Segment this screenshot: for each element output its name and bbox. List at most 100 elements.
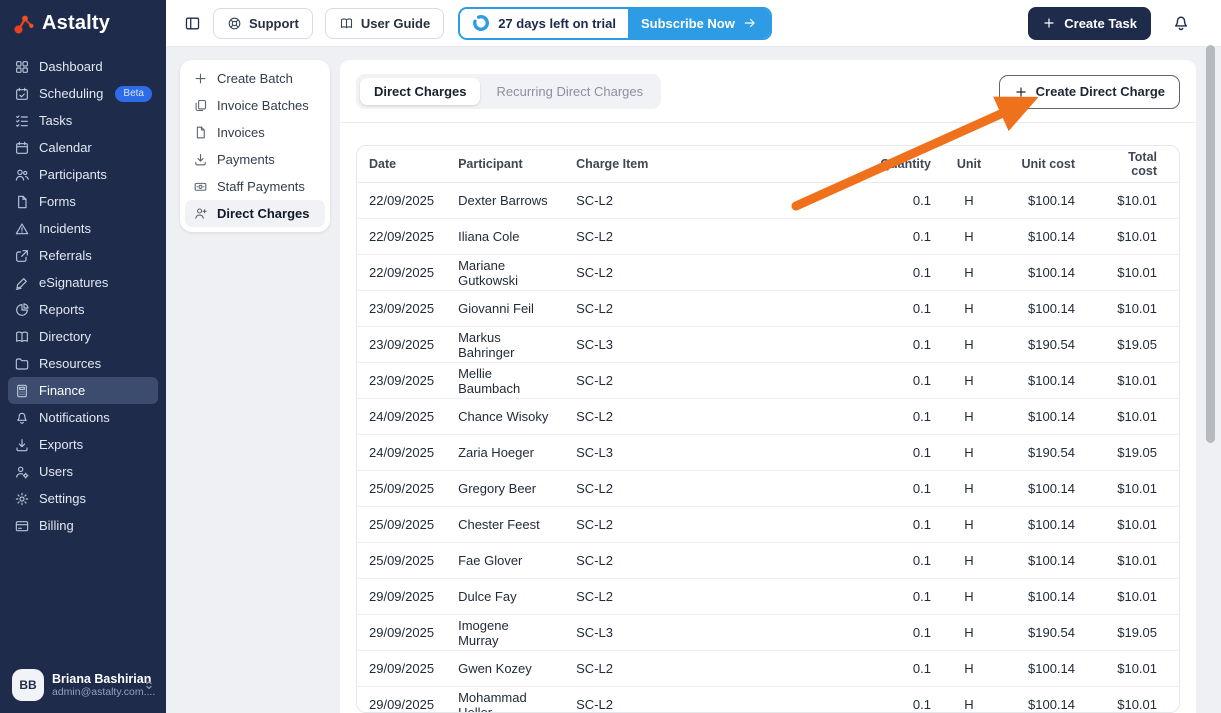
table-row[interactable]: 24/09/2025 Zaria Hoeger SC-L3 0.1 H $190… <box>357 434 1179 472</box>
cell-participant: Mellie Baumbach <box>446 362 565 400</box>
sidebar-item-settings[interactable]: Settings <box>8 485 158 512</box>
main-column: Support User Guide 27 days left on trial… <box>166 0 1221 713</box>
sidebar-item-incidents[interactable]: Incidents <box>8 215 158 242</box>
sidebar-item-users[interactable]: Users <box>8 458 158 485</box>
table-row[interactable]: 23/09/2025 Mellie Baumbach SC-L2 0.1 H $… <box>357 362 1179 400</box>
cell-date: 22/09/2025 <box>357 182 447 220</box>
subnav-item-invoices[interactable]: Invoices <box>185 119 325 146</box>
arrow-right-icon <box>743 16 757 30</box>
tasks-icon <box>14 113 30 129</box>
bell-icon <box>1171 13 1191 33</box>
cell-unit: H <box>943 614 995 652</box>
table-row[interactable]: 29/09/2025 Gwen Kozey SC-L2 0.1 H $100.1… <box>357 650 1179 688</box>
sidebar-item-billing[interactable]: Billing <box>8 512 158 539</box>
cell-participant: Chester Feest <box>446 506 565 544</box>
col-header-unit-cost: Unit cost <box>995 145 1087 184</box>
sidebar-item-forms[interactable]: Forms <box>8 188 158 215</box>
col-header-charge-item: Charge Item <box>564 145 863 184</box>
table-row[interactable]: 29/09/2025 Imogene Murray SC-L3 0.1 H $1… <box>357 614 1179 652</box>
table-row[interactable]: 29/09/2025 Mohammad Heller SC-L2 0.1 H $… <box>357 686 1179 712</box>
subnav-item-label: Payments <box>217 152 275 167</box>
cell-charge-item: SC-L2 <box>564 542 863 580</box>
cell-unit: H <box>943 218 995 256</box>
create-direct-charge-button[interactable]: Create Direct Charge <box>998 74 1180 109</box>
sidebar-item-participants[interactable]: Participants <box>8 161 158 188</box>
plus-icon <box>1014 85 1028 99</box>
plus-icon <box>193 71 208 86</box>
support-button[interactable]: Support <box>213 7 313 39</box>
referrals-icon <box>14 248 30 264</box>
tab-recurring-direct-charges[interactable]: Recurring Direct Charges <box>482 78 657 105</box>
cell-date: 25/09/2025 <box>357 470 447 508</box>
subnav-item-direct-charges[interactable]: Direct Charges <box>185 200 325 227</box>
brand-logo: Astalty <box>0 0 166 47</box>
cell-unit-cost: $190.54 <box>995 614 1087 652</box>
table-row[interactable]: 24/09/2025 Chance Wisoky SC-L2 0.1 H $10… <box>357 398 1179 436</box>
subnav-item-payments[interactable]: Payments <box>185 146 325 173</box>
cell-date: 22/09/2025 <box>357 254 447 292</box>
cell-participant: Iliana Cole <box>446 218 565 256</box>
sidebar-toggle-icon[interactable] <box>184 15 201 32</box>
create-task-label: Create Task <box>1064 15 1137 31</box>
panel-divider <box>340 122 1196 123</box>
sidebar: Astalty Dashboard Scheduling Beta Tasks … <box>0 0 166 713</box>
sidebar-item-label: Exports <box>39 437 84 452</box>
sidebar-item-reports[interactable]: Reports <box>8 296 158 323</box>
user-meta: Briana Bashirian admin@astalty.com.... <box>52 672 155 698</box>
subnav-item-invoice-batches[interactable]: Invoice Batches <box>185 92 325 119</box>
cell-unit-cost: $100.14 <box>995 470 1087 508</box>
sidebar-item-label: Users <box>39 464 73 479</box>
cell-date: 23/09/2025 <box>357 326 447 364</box>
cell-quantity: 0.1 <box>863 578 943 616</box>
cell-quantity: 0.1 <box>863 182 943 220</box>
sidebar-item-directory[interactable]: Directory <box>8 323 158 350</box>
cell-unit-cost: $100.14 <box>995 254 1087 292</box>
table-row[interactable]: 29/09/2025 Dulce Fay SC-L2 0.1 H $100.14… <box>357 578 1179 616</box>
user-guide-button[interactable]: User Guide <box>324 7 445 39</box>
table-row[interactable]: 25/09/2025 Fae Glover SC-L2 0.1 H $100.1… <box>357 542 1179 580</box>
cell-participant: Fae Glover <box>446 542 565 580</box>
sidebar-item-tasks[interactable]: Tasks <box>8 107 158 134</box>
sidebar-item-esignatures[interactable]: eSignatures <box>8 269 158 296</box>
sidebar-item-resources[interactable]: Resources <box>8 350 158 377</box>
scrollbar-thumb[interactable] <box>1206 45 1215 443</box>
cell-quantity: 0.1 <box>863 506 943 544</box>
table-row[interactable]: 22/09/2025 Dexter Barrows SC-L2 0.1 H $1… <box>357 182 1179 220</box>
table-row[interactable]: 25/09/2025 Gregory Beer SC-L2 0.1 H $100… <box>357 470 1179 508</box>
cell-quantity: 0.1 <box>863 218 943 256</box>
sidebar-item-exports[interactable]: Exports <box>8 431 158 458</box>
cell-date: 24/09/2025 <box>357 434 447 472</box>
cell-unit-cost: $100.14 <box>995 542 1087 580</box>
table-row[interactable]: 22/09/2025 Iliana Cole SC-L2 0.1 H $100.… <box>357 218 1179 256</box>
user-menu[interactable]: BB Briana Bashirian admin@astalty.com...… <box>0 659 166 713</box>
col-header-unit: Unit <box>943 145 995 184</box>
cell-unit: H <box>943 290 995 328</box>
cell-total-cost: $10.01 <box>1087 506 1179 544</box>
settings-icon <box>14 491 30 507</box>
table-row[interactable]: 25/09/2025 Chester Feest SC-L2 0.1 H $10… <box>357 506 1179 544</box>
sidebar-item-label: Tasks <box>39 113 73 128</box>
sidebar-item-scheduling[interactable]: Scheduling Beta <box>8 80 158 107</box>
sidebar-item-dashboard[interactable]: Dashboard <box>8 53 158 80</box>
cell-date: 29/09/2025 <box>357 578 447 616</box>
table-row[interactable]: 23/09/2025 Markus Bahringer SC-L3 0.1 H … <box>357 326 1179 364</box>
cell-charge-item: SC-L3 <box>564 326 863 364</box>
subnav-item-staff-payments[interactable]: Staff Payments <box>185 173 325 200</box>
create-direct-charge-label: Create Direct Charge <box>1035 84 1165 99</box>
subnav-item-label: Invoices <box>217 125 265 140</box>
notifications-bell-button[interactable] <box>1171 13 1191 33</box>
sidebar-item-notifications[interactable]: Notifications <box>8 404 158 431</box>
table-row[interactable]: 23/09/2025 Giovanni Feil SC-L2 0.1 H $10… <box>357 290 1179 328</box>
cell-date: 22/09/2025 <box>357 218 447 256</box>
cell-total-cost: $10.01 <box>1087 650 1179 688</box>
sidebar-item-referrals[interactable]: Referrals <box>8 242 158 269</box>
table-row[interactable]: 22/09/2025 Mariane Gutkowski SC-L2 0.1 H… <box>357 254 1179 292</box>
cell-quantity: 0.1 <box>863 470 943 508</box>
sidebar-item-finance[interactable]: Finance <box>8 377 158 404</box>
subnav-item-create-batch[interactable]: Create Batch <box>185 65 325 92</box>
sidebar-item-calendar[interactable]: Calendar <box>8 134 158 161</box>
cell-charge-item: SC-L2 <box>564 254 863 292</box>
tab-direct-charges[interactable]: Direct Charges <box>360 78 481 105</box>
create-task-button[interactable]: Create Task <box>1028 6 1151 40</box>
subscribe-now-button[interactable]: Subscribe Now <box>627 8 770 38</box>
